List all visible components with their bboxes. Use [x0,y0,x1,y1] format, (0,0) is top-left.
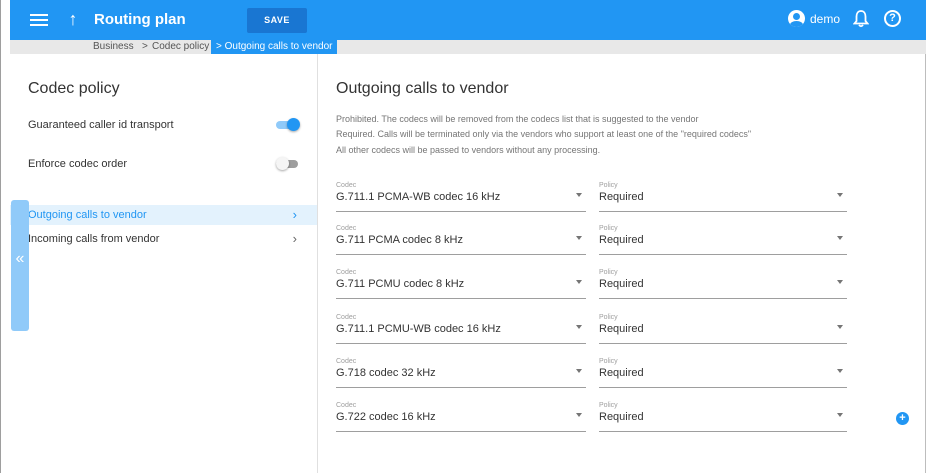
codec-select[interactable]: Codec G.711.1 PCMA-WB codec 16 kHz [336,182,586,212]
breadcrumb-item-business[interactable]: Business [93,41,134,52]
codec-select[interactable]: Codec G.711 PCMU codec 8 kHz [336,269,586,299]
codec-select[interactable]: Codec G.722 codec 16 kHz [336,402,586,432]
breadcrumb: Business > Codec policy > Outgoing calls… [10,40,926,54]
policy-label: Policy [599,182,618,189]
dropdown-arrow-icon [837,193,843,197]
double-chevron-left-icon: « [15,250,25,267]
policy-select[interactable]: Policy Required [599,402,847,432]
chevron-right-icon: › [292,207,297,222]
user-name: demo [810,11,841,26]
codec-label: Codec [336,402,357,409]
page-title: Routing plan [94,11,186,28]
main-content: Outgoing calls to vendor Prohibited. The… [319,54,926,473]
section-title: Outgoing calls to vendor [336,80,509,97]
dropdown-arrow-icon [576,280,582,284]
description-other: All other codecs will be passed to vendo… [336,145,601,155]
toggle-label-caller-id: Guaranteed caller id transport [28,119,174,131]
policy-select[interactable]: Policy Required [599,314,847,344]
codec-value: G.711 PCMU codec 8 kHz [336,278,465,290]
breadcrumb-item-current: > Outgoing calls to vendor [211,40,338,54]
sidebar-item-incoming-calls[interactable]: Incoming calls from vendor › [10,229,317,249]
bell-icon[interactable] [853,10,869,28]
collapse-sidebar-button[interactable]: « [11,200,29,331]
toggle-label-codec-order: Enforce codec order [28,158,128,170]
user-menu[interactable]: demo [788,10,840,27]
sidebar: Codec policy Guaranteed caller id transp… [10,54,318,473]
account-circle-icon [788,10,805,27]
codec-label: Codec [336,269,357,276]
arrow-up-icon[interactable]: ↑ [63,8,83,30]
sidebar-item-label: Incoming calls from vendor [28,233,160,245]
top-app-bar: ↑ Routing plan SAVE demo ? [10,0,926,40]
policy-label: Policy [599,358,618,365]
policy-select[interactable]: Policy Required [599,225,847,255]
dropdown-arrow-icon [837,236,843,240]
breadcrumb-item-codec-policy[interactable]: Codec policy [152,41,209,52]
policy-label: Policy [599,314,618,321]
codec-value: G.718 codec 32 kHz [336,367,436,379]
codec-label: Codec [336,225,357,232]
codec-select[interactable]: Codec G.711 PCMA codec 8 kHz [336,225,586,255]
codec-label: Codec [336,314,357,321]
codec-select[interactable]: Codec G.718 codec 32 kHz [336,358,586,388]
codec-value: G.711 PCMA codec 8 kHz [336,234,463,246]
codec-select[interactable]: Codec G.711.1 PCMU-WB codec 16 kHz [336,314,586,344]
app-frame: ↑ Routing plan SAVE demo ? Business > Co… [0,0,926,473]
policy-label: Policy [599,402,618,409]
save-button[interactable]: SAVE [247,8,307,33]
codec-label: Codec [336,358,357,365]
sidebar-item-outgoing-calls[interactable]: Outgoing calls to vendor › [10,205,317,225]
description-required: Required. Calls will be terminated only … [336,129,752,139]
dropdown-arrow-icon [837,325,843,329]
menu-icon[interactable] [30,11,48,29]
sidebar-item-label: Outgoing calls to vendor [28,209,147,221]
codec-value: G.711.1 PCMA-WB codec 16 kHz [336,191,501,203]
dropdown-arrow-icon [837,369,843,373]
codec-value: G.722 codec 16 kHz [336,411,436,423]
dropdown-arrow-icon [837,280,843,284]
policy-label: Policy [599,225,618,232]
description-prohibited: Prohibited. The codecs will be removed f… [336,114,699,124]
breadcrumb-current-label: Outgoing calls to vendor [224,41,333,52]
policy-value: Required [599,411,644,423]
codec-value: G.711.1 PCMU-WB codec 16 kHz [336,323,501,335]
toggle-enforce-codec-order[interactable] [276,157,300,170]
dropdown-arrow-icon [576,369,582,373]
policy-value: Required [599,278,644,290]
policy-select[interactable]: Policy Required [599,269,847,299]
chevron-right-icon: > [216,41,222,52]
dropdown-arrow-icon [576,413,582,417]
policy-label: Policy [599,269,618,276]
policy-value: Required [599,323,644,335]
policy-select[interactable]: Policy Required [599,358,847,388]
chevron-right-icon: › [292,231,297,246]
dropdown-arrow-icon [576,325,582,329]
codec-label: Codec [336,182,357,189]
sidebar-title: Codec policy [28,80,120,97]
toggle-caller-id-transport[interactable] [276,118,300,131]
dropdown-arrow-icon [576,236,582,240]
help-icon[interactable]: ? [884,10,901,27]
policy-value: Required [599,234,644,246]
policy-value: Required [599,367,644,379]
dropdown-arrow-icon [837,413,843,417]
policy-value: Required [599,191,644,203]
add-codec-button[interactable]: + [896,412,909,425]
chevron-right-icon: > [142,41,148,52]
policy-select[interactable]: Policy Required [599,182,847,212]
dropdown-arrow-icon [576,193,582,197]
